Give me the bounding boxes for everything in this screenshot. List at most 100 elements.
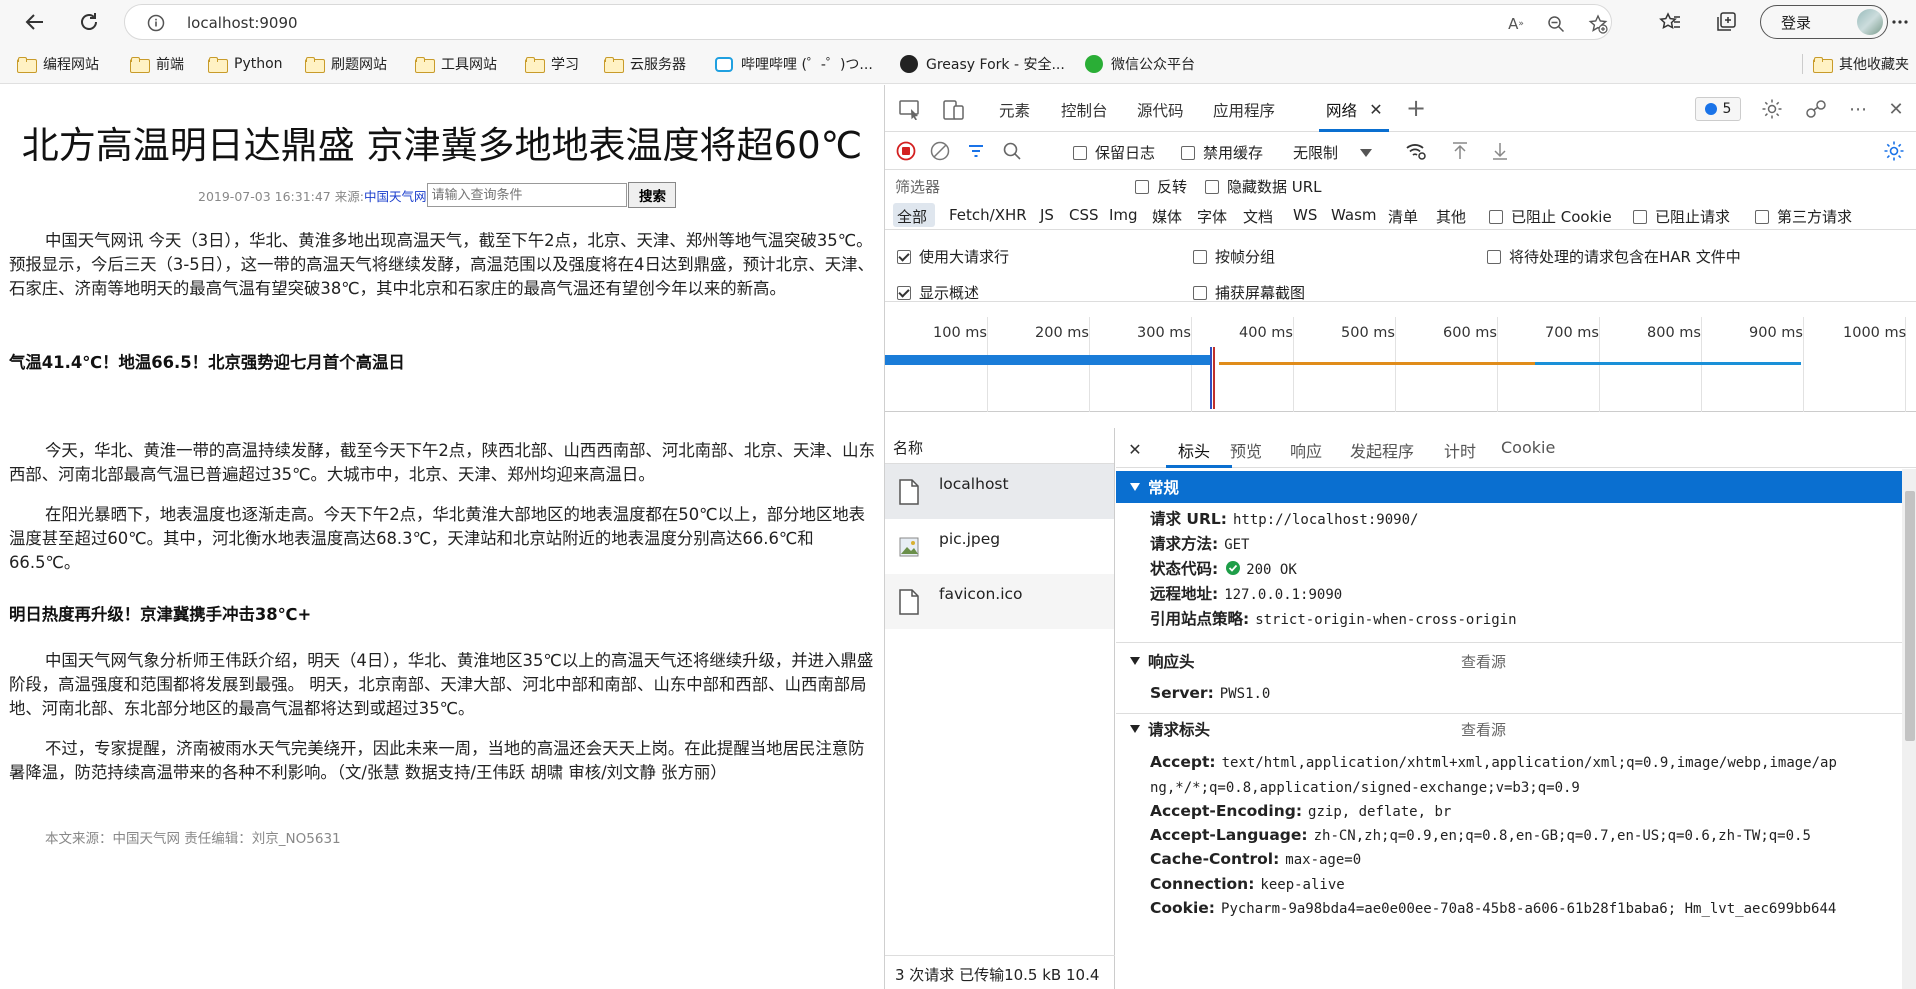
checkbox[interactable]: [1489, 209, 1503, 224]
scrollbar-thumb[interactable]: [1905, 491, 1915, 741]
disable-cache-checkbox[interactable]: 禁用缓存: [1181, 142, 1263, 163]
group-by-frame-checkbox[interactable]: 按帧分组: [1193, 246, 1275, 267]
scrollbar[interactable]: [1902, 469, 1916, 989]
header-value[interactable]: PWS1.0: [1220, 686, 1271, 702]
checkbox[interactable]: [1073, 145, 1087, 160]
header-value[interactable]: GET: [1224, 537, 1249, 553]
close-devtools-icon[interactable]: ✕: [1883, 96, 1909, 122]
checkbox[interactable]: [1135, 179, 1149, 194]
bookmark-folder[interactable]: 工具网站: [415, 54, 497, 74]
bookmark-folder[interactable]: 编程网站: [17, 54, 99, 74]
type-all[interactable]: 全部: [897, 206, 927, 227]
clear-icon[interactable]: [927, 138, 953, 164]
collections-icon[interactable]: [1712, 8, 1740, 36]
header-value[interactable]: 127.0.0.1:9090: [1224, 587, 1342, 603]
tab-sources[interactable]: 源代码: [1137, 99, 1184, 121]
bookmark-wechat[interactable]: 微信公众平台: [1085, 54, 1195, 74]
type-css[interactable]: CSS: [1069, 206, 1099, 224]
header-value[interactable]: http://localhost:9090/: [1233, 512, 1418, 528]
device-toolbar-icon[interactable]: [941, 97, 967, 123]
tab-response[interactable]: 响应: [1290, 438, 1322, 462]
blocked-cookies-checkbox[interactable]: 已阻止 Cookie: [1489, 206, 1612, 227]
third-party-checkbox[interactable]: 第三方请求: [1755, 206, 1852, 227]
header-value[interactable]: text/html,application/xhtml+xml,applicat…: [1222, 755, 1837, 771]
type-media[interactable]: 媒体: [1152, 206, 1182, 227]
back-button[interactable]: [18, 6, 52, 38]
tab-initiator[interactable]: 发起程序: [1350, 438, 1414, 462]
address-bar[interactable]: localhost:9090 A»: [124, 4, 1612, 40]
more-icon[interactable]: [1890, 8, 1910, 36]
add-favorite-icon[interactable]: [1587, 13, 1609, 35]
tab-network[interactable]: 网络: [1326, 99, 1357, 121]
type-ws[interactable]: WS: [1293, 206, 1317, 224]
checkbox[interactable]: [1633, 209, 1647, 224]
record-icon[interactable]: [893, 138, 919, 164]
checkbox[interactable]: [1205, 179, 1219, 194]
zoom-out-icon[interactable]: [1545, 13, 1567, 35]
header-value[interactable]: 200 OK: [1246, 562, 1297, 578]
type-doc[interactable]: 文档: [1243, 206, 1273, 227]
show-overview-checkbox[interactable]: 显示概述: [897, 282, 979, 303]
type-js[interactable]: JS: [1040, 206, 1054, 224]
checkbox-checked[interactable]: [897, 249, 911, 264]
search-input[interactable]: [427, 183, 628, 207]
other-bookmarks-folder[interactable]: 其他收藏夹: [1802, 54, 1909, 74]
tab-elements[interactable]: 元素: [999, 99, 1030, 121]
checkbox[interactable]: [1193, 285, 1207, 300]
bookmark-folder[interactable]: Python: [208, 54, 283, 74]
view-source-link[interactable]: 查看源: [1461, 719, 1506, 740]
type-manifest[interactable]: 清单: [1388, 206, 1418, 227]
bookmark-folder[interactable]: 学习: [525, 54, 579, 74]
type-wasm[interactable]: Wasm: [1331, 206, 1377, 224]
header-value[interactable]: ng,*/*;q=0.8,application/signed-exchange…: [1150, 780, 1580, 796]
bookmark-folder[interactable]: 前端: [130, 54, 184, 74]
tab-preview[interactable]: 预览: [1230, 438, 1262, 462]
invert-checkbox[interactable]: 反转: [1135, 176, 1187, 197]
header-value[interactable]: keep-alive: [1260, 877, 1344, 893]
favorites-icon[interactable]: [1656, 8, 1684, 36]
header-value[interactable]: strict-origin-when-cross-origin: [1255, 612, 1516, 628]
issues-badge[interactable]: 5: [1695, 97, 1741, 121]
checkbox-checked[interactable]: [897, 285, 911, 300]
tab-application[interactable]: 应用程序: [1213, 99, 1275, 121]
network-conditions-icon[interactable]: [1403, 138, 1429, 164]
type-img[interactable]: Img: [1109, 206, 1138, 224]
checkbox[interactable]: [1193, 249, 1207, 264]
tab-headers[interactable]: 标头: [1178, 438, 1210, 462]
read-aloud-icon[interactable]: A»: [1505, 13, 1527, 35]
info-icon[interactable]: [147, 14, 165, 32]
name-column-header[interactable]: 名称: [885, 428, 1114, 464]
refresh-button[interactable]: [72, 6, 106, 38]
source-link[interactable]: 中国天气网: [364, 186, 427, 205]
settings-icon[interactable]: [1759, 96, 1785, 122]
close-detail-icon[interactable]: ✕: [1122, 436, 1148, 462]
more-options-icon[interactable]: ⋯: [1845, 96, 1871, 122]
hide-data-urls-checkbox[interactable]: 隐藏数据 URL: [1205, 176, 1322, 197]
search-button[interactable]: 搜索: [628, 182, 677, 208]
header-value[interactable]: max-age=0: [1285, 852, 1361, 868]
tab-timing[interactable]: 计时: [1444, 438, 1476, 462]
filter-input[interactable]: 筛选器: [895, 176, 940, 197]
network-overview-timeline[interactable]: 100 ms 200 ms 300 ms 400 ms 500 ms 600 m…: [885, 317, 1916, 412]
connection-icon[interactable]: [1803, 96, 1829, 122]
login-button[interactable]: 登录: [1760, 5, 1888, 39]
preserve-log-checkbox[interactable]: 保留日志: [1073, 142, 1155, 163]
request-headers-section-header[interactable]: 请求标头 查看源: [1116, 713, 1902, 745]
bookmark-bilibili[interactable]: 哔哩哔哩 (゜-゜)つ...: [715, 54, 873, 74]
view-source-link[interactable]: 查看源: [1461, 651, 1506, 672]
filter-icon[interactable]: [963, 138, 989, 164]
checkbox[interactable]: [1487, 249, 1501, 264]
type-fetch-xhr[interactable]: Fetch/XHR: [949, 206, 1027, 224]
url-text[interactable]: localhost:9090: [187, 14, 298, 32]
checkbox[interactable]: [1181, 145, 1195, 160]
request-row[interactable]: pic.jpeg: [885, 519, 1114, 574]
tab-console[interactable]: 控制台: [1061, 99, 1108, 121]
export-har-icon[interactable]: [1487, 138, 1513, 164]
capture-screenshots-checkbox[interactable]: 捕获屏幕截图: [1193, 282, 1305, 303]
request-row[interactable]: localhost: [885, 464, 1114, 519]
bookmark-folder[interactable]: 云服务器: [604, 54, 686, 74]
large-rows-checkbox[interactable]: 使用大请求行: [897, 246, 1009, 267]
checkbox[interactable]: [1755, 209, 1769, 224]
add-tab-icon[interactable]: +: [1403, 94, 1429, 122]
import-har-icon[interactable]: [1447, 138, 1473, 164]
